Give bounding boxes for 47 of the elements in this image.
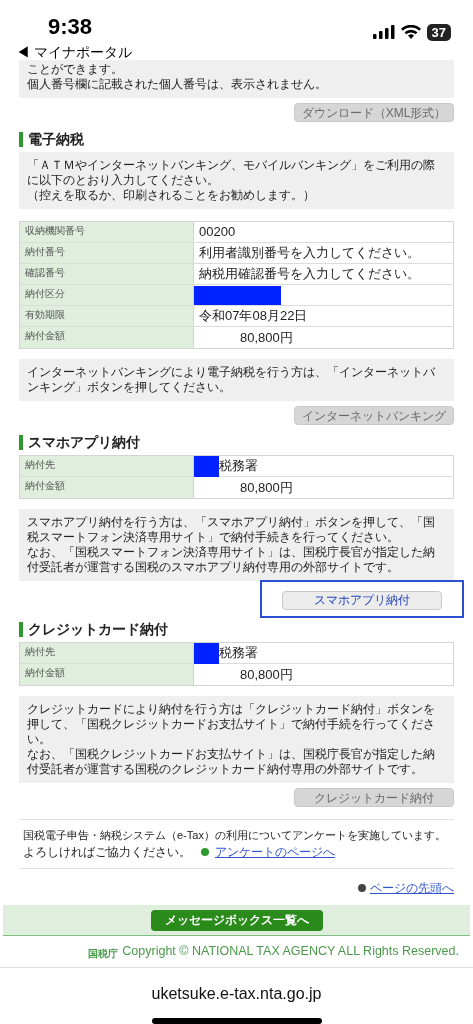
field-label: 納付先 <box>20 643 194 663</box>
redaction-block <box>194 455 219 477</box>
info-text: 個人番号欄に記載された個人番号は、表示されません。 <box>27 77 328 92</box>
survey-link[interactable]: アンケートのページへ <box>215 843 335 861</box>
field-value: 税務署 <box>219 644 258 663</box>
field-value: 令和07年08月22日 <box>198 307 308 326</box>
section-heading: 電子納税 <box>19 132 454 147</box>
info-text: クレジットカードにより納付を行う方は「クレジットカード納付」ボタンを押して、「国税クレジットカードお支払サイト」で納付手続を行ってください。 <box>27 702 436 747</box>
survey-text: 国税電子申告・納税システム（e-Tax）の利用についてアンケートを実施しています。 <box>23 828 447 843</box>
field-value: 利用者識別番号を入力してください。 <box>198 244 420 263</box>
field-label: 有効期限 <box>20 306 194 326</box>
field-label: 納付先 <box>20 456 194 476</box>
battery-indicator: 37 <box>426 23 451 41</box>
field-value: 納税用確認番号を入力してください。 <box>198 265 420 284</box>
field-label: 納付区分 <box>20 285 194 305</box>
info-text: なお、「国税スマートフォン決済専用サイト」は、国税庁長官が指定した納付受託者が運営する国税のスマホアプリ納付専用の外部サイトです。 <box>27 545 436 575</box>
page-top-link[interactable]: ページの先頭へ <box>370 879 454 897</box>
field-label: 納付金額 <box>20 477 194 498</box>
info-text: ことができます。 <box>27 62 124 77</box>
signal-icon <box>372 25 395 39</box>
info-text: （控えを取るか、印刷されることをお勧めします。） <box>27 188 316 203</box>
info-text: なお、「国税クレジットカードお支払サイト」は、国税庁長官が指定した納付受託者が運営する国税のクレジットカード納付専用の外部サイトです。 <box>27 747 436 777</box>
field-value: 税務署 <box>219 457 258 476</box>
wifi-icon <box>400 25 421 39</box>
field-label: 収納機関番号 <box>20 222 194 242</box>
field-label: 納付金額 <box>20 327 194 348</box>
survey-text: よろしければご協力ください。 <box>23 845 191 860</box>
copyright-text: Copyright © NATIONAL TAX AGENCY ALL Rights Reserved. <box>122 943 459 961</box>
field-label: 納付番号 <box>20 243 194 263</box>
section-heading: スマホアプリ納付 <box>19 435 454 450</box>
field-value: 00200 <box>198 223 236 242</box>
field-value: 80,800円 <box>239 665 293 684</box>
info-text: スマホアプリ納付を行う方は、「スマホアプリ納付」ボタンを押して、「国税スマートフォン決済専用サイト」で納付手続きを行ってください。 <box>27 515 436 545</box>
agency-logo: 国税庁 <box>88 947 119 961</box>
info-text: インターネットバンキングにより電子納税を行う方は、「インターネットバンキング」ボタンを押してください。 <box>27 365 436 395</box>
field-label: 確認番号 <box>20 264 194 284</box>
action-button[interactable]: スマホアプリ納付 <box>282 590 442 610</box>
url-text[interactable]: uketsuke.e-tax.nta.go.jp <box>151 982 322 1006</box>
field-value: 80,800円 <box>239 478 293 497</box>
field-value: 80,800円 <box>239 328 293 347</box>
message-box-button[interactable]: メッセージボックス一覧へ <box>150 909 323 931</box>
redaction-block <box>194 642 219 664</box>
section-heading: クレジットカード納付 <box>19 622 454 637</box>
field-label: 納付金額 <box>20 664 194 685</box>
info-text: 「ＡＴＭやインターネットバンキング、モバイルバンキング」をご利用の際に以下のとおり入力してください。 <box>27 158 436 188</box>
status-time: 9:38 <box>47 14 94 40</box>
back-link[interactable]: ◀ マイナポータル <box>16 42 132 63</box>
